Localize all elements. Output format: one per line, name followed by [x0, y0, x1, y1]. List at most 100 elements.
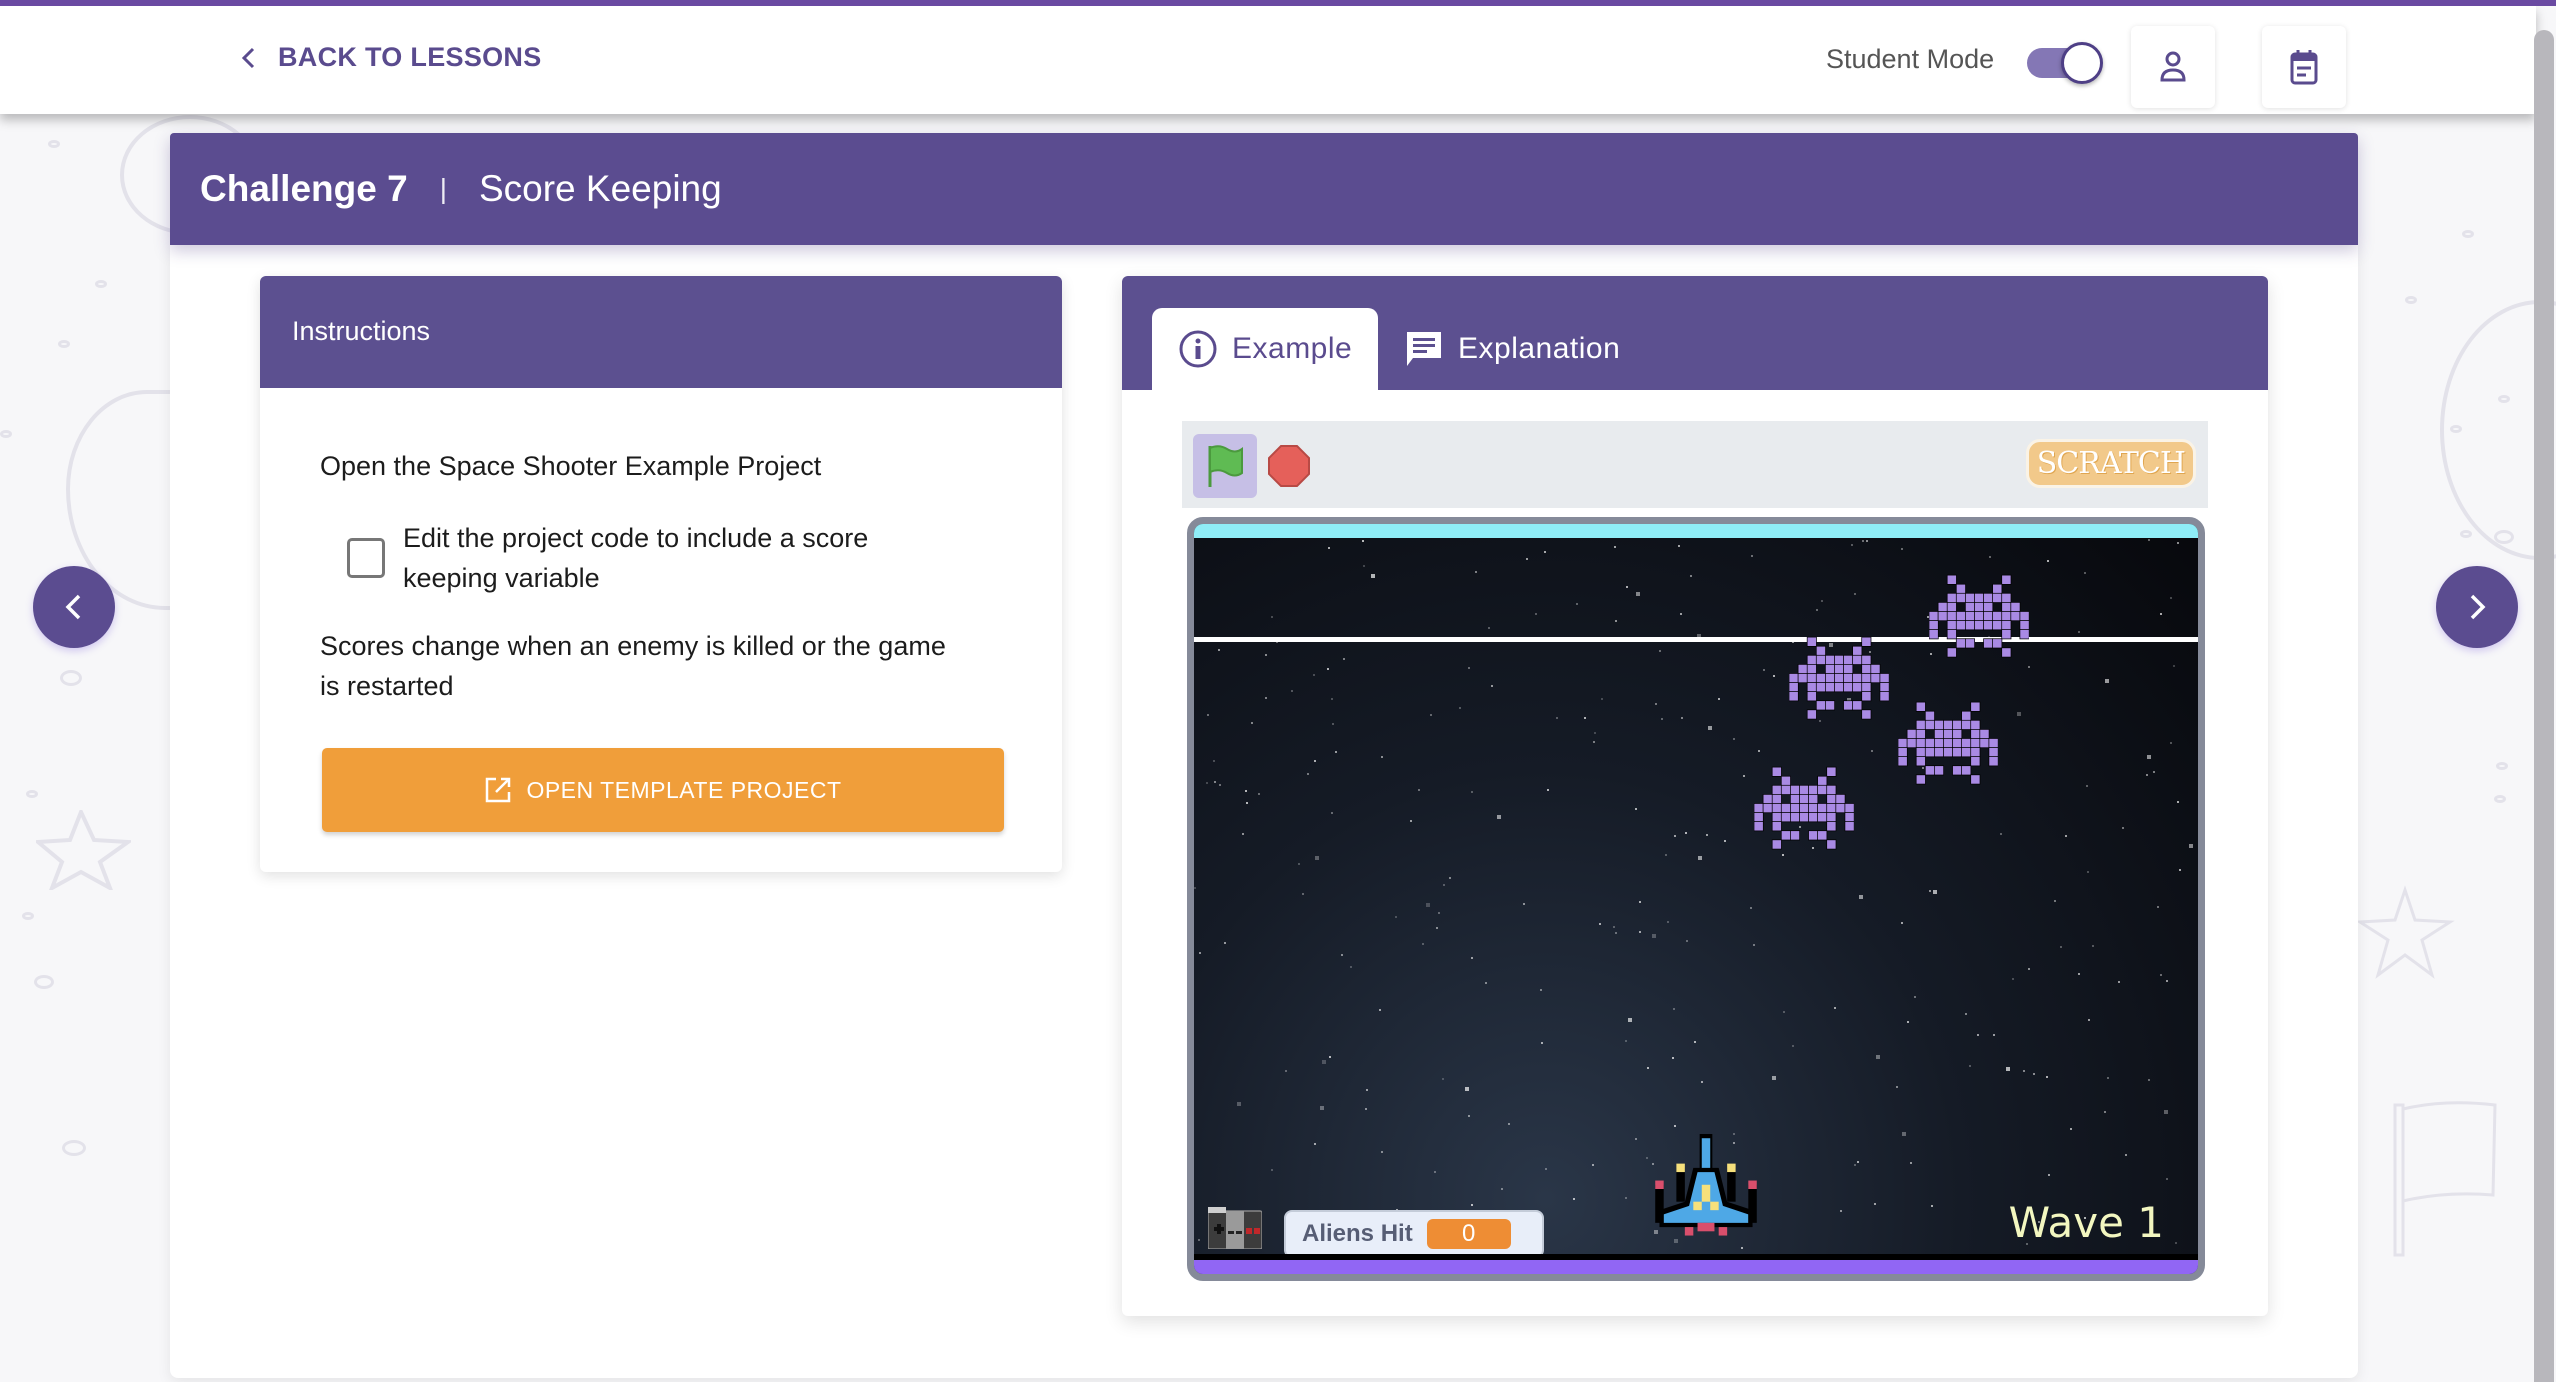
- star-dot: [1394, 915, 1397, 918]
- star-dot: [1421, 942, 1424, 945]
- star-dot: [1315, 856, 1320, 861]
- star-dot: [1969, 1065, 1972, 1068]
- star-dot: [1465, 1086, 1470, 1091]
- next-challenge-button[interactable]: [2436, 566, 2518, 648]
- star-dot: [1361, 540, 1364, 543]
- instruction-note-line-1: Scores change when an enemy is killed or…: [320, 631, 946, 661]
- star-dot: [2085, 784, 2088, 787]
- green-flag-button[interactable]: [1193, 434, 1257, 498]
- star-dot: [1319, 1105, 1324, 1110]
- star-dot: [1614, 620, 1617, 623]
- star-dot: [2147, 539, 2150, 542]
- star-dot: [2157, 906, 2160, 909]
- previous-challenge-button[interactable]: [33, 566, 115, 648]
- star-dot: [1540, 1041, 1543, 1044]
- star-dot: [2011, 977, 2014, 980]
- player-spaceship-icon: [1655, 1134, 1757, 1236]
- chevron-right-icon: [2470, 594, 2486, 620]
- star-dot: [1645, 1156, 1648, 1159]
- challenge-name: Score Keeping: [478, 168, 722, 209]
- star-dot: [1907, 1020, 1910, 1023]
- star-dot: [1470, 1204, 1473, 1207]
- star-dot: [1245, 789, 1248, 792]
- game-stage[interactable]: Aliens Hit 0 Wave 1: [1187, 517, 2205, 1281]
- aliens-hit-monitor: Aliens Hit 0: [1284, 1210, 1544, 1258]
- star-dot: [2166, 1177, 2168, 1180]
- star-dot: [1673, 834, 1676, 837]
- star-dot: [1743, 774, 1746, 777]
- star-dot: [1856, 1160, 1859, 1163]
- star-dot: [1625, 586, 1628, 589]
- star-dot: [1724, 839, 1727, 842]
- star-dot: [1680, 717, 1683, 720]
- star-dot: [1270, 616, 1273, 619]
- star-dot: [1652, 934, 1657, 939]
- star-dot: [1680, 612, 1683, 615]
- stop-button[interactable]: [1268, 445, 1310, 487]
- star-dot: [2088, 1019, 2091, 1022]
- star-dot: [1251, 721, 1253, 724]
- star-dot: [2147, 755, 2152, 760]
- open-template-project-button[interactable]: OPEN TEMPLATE PROJECT: [322, 748, 1004, 832]
- task-checkbox[interactable]: [347, 538, 385, 578]
- star-dot: [1573, 1198, 1576, 1201]
- star-dot: [1901, 921, 1904, 924]
- tab-explanation[interactable]: Explanation: [1404, 308, 1620, 390]
- chevron-left-icon: [241, 47, 255, 68]
- alien-sprite-icon: [1898, 701, 1998, 785]
- star-dot: [1658, 650, 1661, 653]
- star-dot: [1264, 653, 1267, 656]
- chevron-left-icon: [65, 594, 81, 620]
- star-dot: [2105, 679, 2110, 684]
- star-dot: [1833, 1006, 1836, 1009]
- page-scrollbar[interactable]: [2534, 30, 2554, 1382]
- star-dot: [1218, 648, 1221, 651]
- star-dot: [1448, 877, 1451, 880]
- student-mode-toggle[interactable]: [2027, 42, 2103, 84]
- star-dot: [1507, 1122, 1510, 1125]
- star-dot: [2023, 1070, 2026, 1073]
- star-dot: [1433, 1171, 1436, 1174]
- star-dot: [2047, 560, 2050, 563]
- star-dot: [1437, 911, 1440, 914]
- star-dot: [1330, 698, 1333, 701]
- star-dot: [1301, 893, 1304, 896]
- star-dot: [1902, 1131, 1907, 1136]
- title-separator: |: [439, 173, 447, 204]
- star-dot: [1701, 1081, 1704, 1084]
- star-dot: [1213, 759, 1216, 762]
- star-dot: [1241, 833, 1244, 836]
- star-dot: [1614, 546, 1617, 549]
- star-dot: [1381, 1150, 1384, 1153]
- student-mode-label: Student Mode: [1826, 44, 1995, 74]
- star-dot: [1592, 1164, 1595, 1167]
- star-dot: [1313, 674, 1316, 677]
- star-dot: [2147, 1079, 2150, 1082]
- profile-button[interactable]: [2131, 26, 2215, 108]
- star-dot: [1638, 900, 1641, 903]
- star-dot: [1634, 1138, 1637, 1141]
- alien-sprite-icon: [1754, 766, 1854, 850]
- star-dot: [1861, 540, 1864, 543]
- star-dot: [1332, 722, 1335, 725]
- star-dot: [1678, 544, 1681, 547]
- tab-explanation-label: Explanation: [1458, 332, 1621, 365]
- star-dot: [1732, 737, 1735, 740]
- tab-example[interactable]: Example: [1152, 308, 1378, 390]
- star-dot: [1313, 1143, 1316, 1146]
- comment-icon: [1407, 332, 1441, 366]
- star-dot: [1271, 1168, 1274, 1171]
- star-dot: [1471, 957, 1474, 960]
- stage-top-strip: [1194, 524, 2198, 538]
- example-panel-header: Example Explanation: [1122, 276, 2268, 390]
- star-dot: [2106, 1077, 2109, 1080]
- stage-boundary-line: [1194, 637, 2198, 642]
- star-dot: [1334, 750, 1337, 753]
- star-dot: [2045, 1075, 2048, 1078]
- star-dot: [1593, 731, 1596, 734]
- star-dot: [1930, 1205, 1933, 1208]
- star-dot: [1854, 1163, 1857, 1166]
- star-dot: [1628, 1018, 1633, 1023]
- back-to-lessons-link[interactable]: BACK TO LESSONS: [238, 42, 542, 73]
- calendar-button[interactable]: [2262, 26, 2346, 108]
